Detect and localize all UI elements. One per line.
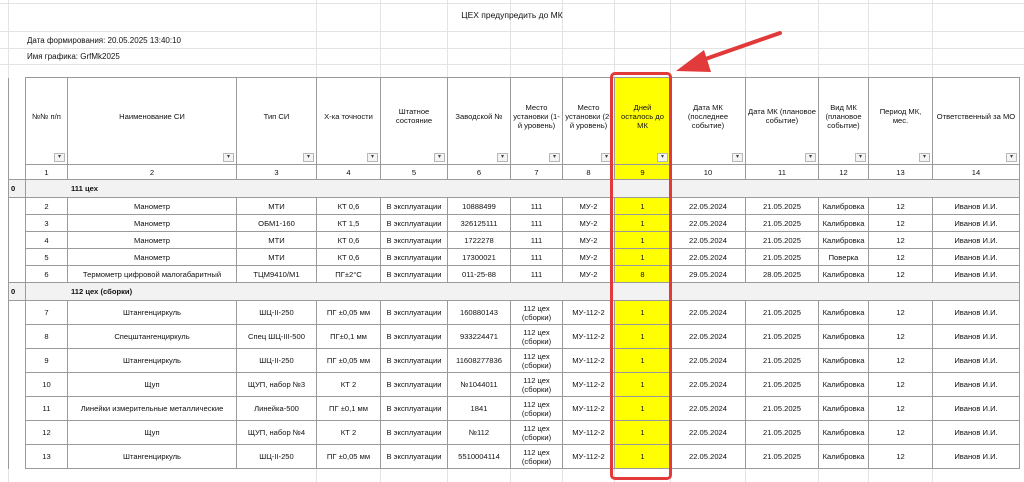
spreadsheet: ЦЕХ предупредить до МК Дата формирования… [0,0,1024,482]
red-arrow-icon [676,31,782,72]
